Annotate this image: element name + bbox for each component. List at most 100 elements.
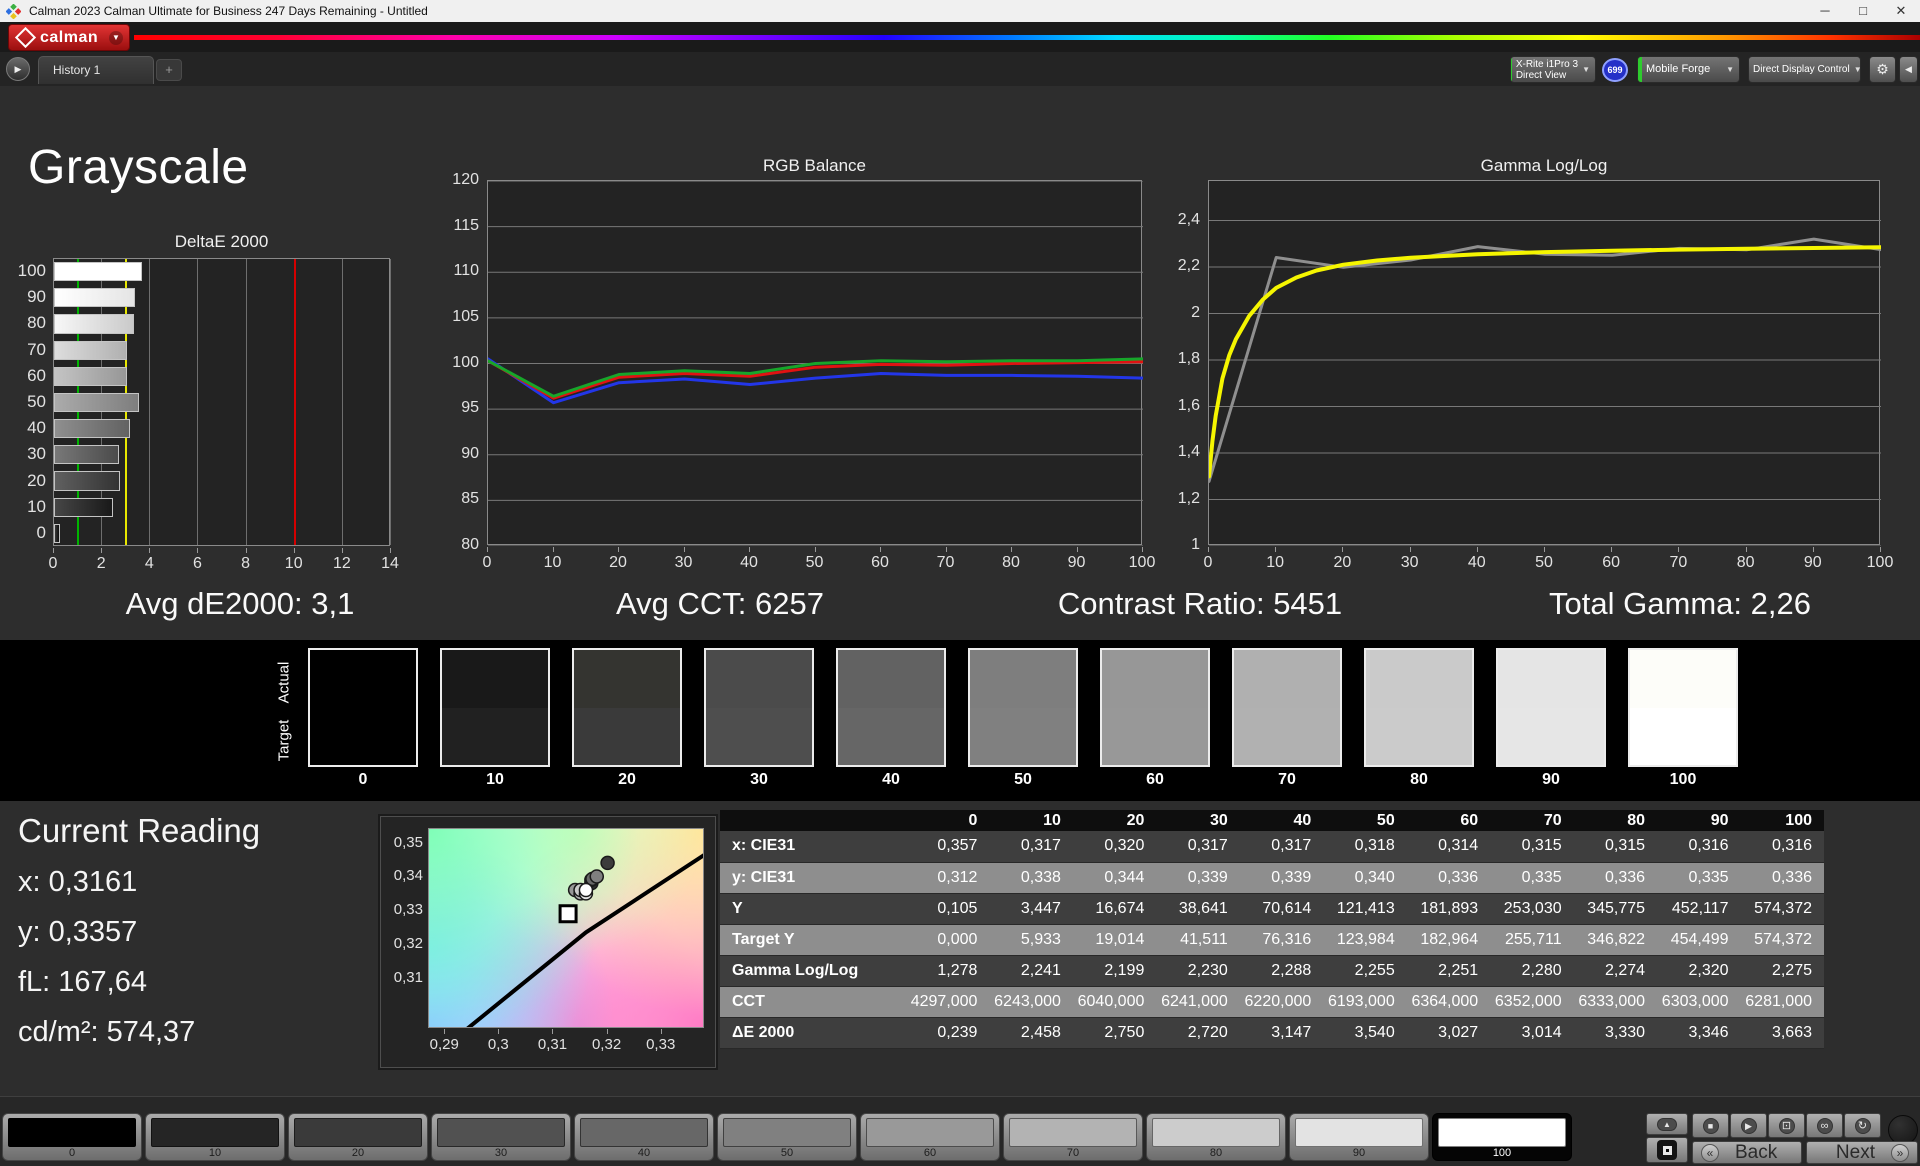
patch-square bbox=[1628, 648, 1738, 767]
continuous-measure-button[interactable]: ∞ bbox=[1806, 1113, 1843, 1138]
grid-line bbox=[341, 259, 343, 545]
table-cell: 2,251 bbox=[1406, 955, 1491, 987]
expand-history-button[interactable]: ▶ bbox=[6, 57, 30, 81]
pattern-window-button[interactable] bbox=[1646, 1137, 1688, 1163]
meter-dropdown[interactable]: X-Rite i1Pro 3 Direct View ▼ bbox=[1510, 56, 1596, 83]
patch-actual bbox=[1234, 650, 1340, 708]
tick-mark bbox=[444, 1029, 446, 1034]
grayscale-data-table: 0 10 20 30 40 50 60 70 80 90 100 x: CIE31 0,357 0,317… bbox=[720, 810, 1824, 1049]
rgb-balance-chart: RGB Balance 120 115 110 105 100 95 90 85 80 0 10 20 3… bbox=[440, 156, 1155, 592]
tick-mark bbox=[1409, 547, 1411, 552]
gamma-plot bbox=[1207, 180, 1883, 547]
play-button[interactable]: ▶ bbox=[1730, 1113, 1767, 1138]
cie-x-tick: 0,29 bbox=[429, 1036, 459, 1053]
level-button-30[interactable]: 30 bbox=[431, 1113, 571, 1161]
level-button-80[interactable]: 80 bbox=[1146, 1113, 1286, 1161]
patch-level-label: 30 bbox=[750, 771, 768, 788]
table-cell: 0,314 bbox=[1406, 831, 1491, 863]
deltae-y-tick: 50 bbox=[27, 392, 46, 411]
level-button-100[interactable]: 100 bbox=[1432, 1113, 1572, 1161]
calman-menu-button[interactable]: calman ▼ bbox=[8, 24, 130, 51]
table-cell: 345,775 bbox=[1573, 893, 1658, 925]
tick-mark bbox=[880, 547, 881, 552]
tick-mark bbox=[1880, 547, 1881, 552]
level-button-90[interactable]: 90 bbox=[1289, 1113, 1429, 1161]
tick-mark bbox=[390, 548, 391, 553]
rgb-x-tick: 10 bbox=[543, 554, 562, 571]
single-measure-button[interactable]: ⊡ bbox=[1768, 1113, 1805, 1138]
stop-button[interactable]: ■ bbox=[1692, 1113, 1729, 1138]
settings-button[interactable]: ⚙ bbox=[1869, 56, 1896, 83]
loop-icon: ↻ bbox=[1854, 1117, 1871, 1134]
table-cell: 2,750 bbox=[1072, 1017, 1157, 1049]
gamma-y-tick: 1,8 bbox=[1177, 350, 1200, 367]
tick-mark bbox=[1142, 547, 1143, 552]
maximize-button[interactable]: □ bbox=[1844, 0, 1882, 22]
level-button-40[interactable]: 40 bbox=[574, 1113, 714, 1161]
rgb-x-tick: 80 bbox=[1002, 554, 1020, 571]
tick-mark bbox=[1678, 547, 1680, 552]
level-button-0[interactable]: 0 bbox=[2, 1113, 142, 1161]
patch-cell: 90 bbox=[1496, 648, 1606, 789]
loop-button[interactable]: ↻ bbox=[1844, 1113, 1881, 1138]
close-button[interactable]: ✕ bbox=[1882, 0, 1920, 22]
minimize-button[interactable]: ─ bbox=[1806, 0, 1844, 22]
gamma-chart: Gamma Log/Log 2,4 2,2 2 1,8 1,6 1,4 1,2 1 0 10 20 30… bbox=[1162, 156, 1894, 592]
collapse-panel-button[interactable]: ◀ bbox=[1899, 56, 1918, 83]
source-dropdown[interactable]: Mobile Forge ▼ bbox=[1637, 56, 1740, 83]
table-row: CCT 4297,000 6243,000 6040,000 6241,000 6220,… bbox=[720, 986, 1824, 1018]
table-cell: 3,147 bbox=[1239, 1017, 1324, 1049]
level-button-50[interactable]: 50 bbox=[717, 1113, 857, 1161]
tick-mark bbox=[1208, 547, 1209, 552]
table-row: Gamma Log/Log 1,278 2,241 2,199 2,230 2,288 2,… bbox=[720, 955, 1824, 987]
brand-row: calman ▼ bbox=[0, 22, 1920, 52]
patch-square bbox=[1232, 648, 1342, 767]
display-control-label: Direct Display Control bbox=[1753, 64, 1850, 75]
patch-target bbox=[1630, 707, 1736, 765]
level-button-70[interactable]: 70 bbox=[1003, 1113, 1143, 1161]
tick-mark bbox=[552, 1029, 554, 1034]
patch-target bbox=[1234, 707, 1340, 765]
rgb-y-tick: 95 bbox=[461, 399, 479, 417]
current-reading-title: Current Reading bbox=[18, 812, 261, 849]
level-swatch bbox=[1295, 1118, 1423, 1147]
rgb-x-tick: 100 bbox=[1128, 554, 1156, 571]
cie-x-tick: 0,3 bbox=[487, 1036, 509, 1053]
meter-label: X-Rite i1Pro 3 Direct View bbox=[1515, 58, 1579, 81]
back-button[interactable]: « Back bbox=[1692, 1141, 1802, 1164]
tick-mark bbox=[606, 1029, 608, 1034]
gamma-x-tick: 50 bbox=[1535, 554, 1553, 571]
deltae-x-tick: 0 bbox=[48, 555, 58, 572]
panel-up-button[interactable]: ▲ bbox=[1646, 1113, 1688, 1135]
table-row-label: ΔE 2000 bbox=[720, 1017, 906, 1049]
deltae-x-tick: 2 bbox=[96, 555, 106, 572]
table-cell: 0,312 bbox=[906, 862, 990, 894]
patch-target bbox=[1498, 707, 1604, 765]
add-tab-button[interactable]: + bbox=[156, 59, 182, 81]
table-cell: 0,320 bbox=[1072, 831, 1157, 863]
level-button-label: 0 bbox=[68, 1147, 76, 1159]
table-cell: 0,335 bbox=[1657, 862, 1741, 894]
actual-row-label: Actual bbox=[275, 661, 293, 704]
patch-target bbox=[970, 707, 1076, 765]
table-cell: 3,014 bbox=[1490, 1017, 1574, 1049]
table-col-header: 0 bbox=[906, 810, 990, 831]
tab-history-1[interactable]: History 1 bbox=[38, 56, 154, 84]
chevron-down-icon: ▼ bbox=[109, 30, 123, 45]
rgb-y-tick: 100 bbox=[452, 353, 479, 371]
level-swatch bbox=[8, 1118, 136, 1147]
level-button-label: 90 bbox=[1352, 1147, 1366, 1159]
table-cell: 0,317 bbox=[1239, 831, 1324, 863]
level-button-60[interactable]: 60 bbox=[860, 1113, 1000, 1161]
rgb-x-tick: 40 bbox=[740, 554, 758, 571]
level-button-20[interactable]: 20 bbox=[288, 1113, 428, 1161]
arrow-up-icon: ▲ bbox=[1657, 1117, 1677, 1131]
next-button[interactable]: Next » bbox=[1806, 1141, 1918, 1164]
patch-actual bbox=[1498, 650, 1604, 708]
table-cell: 41,511 bbox=[1156, 924, 1240, 956]
table-col-header: 30 bbox=[1156, 810, 1240, 831]
table-cell: 5,933 bbox=[989, 924, 1073, 956]
avg-cct-value: Avg CCT: 6257 bbox=[616, 586, 824, 621]
display-control-dropdown[interactable]: Direct Display Control ▼ bbox=[1748, 56, 1861, 83]
level-button-10[interactable]: 10 bbox=[145, 1113, 285, 1161]
